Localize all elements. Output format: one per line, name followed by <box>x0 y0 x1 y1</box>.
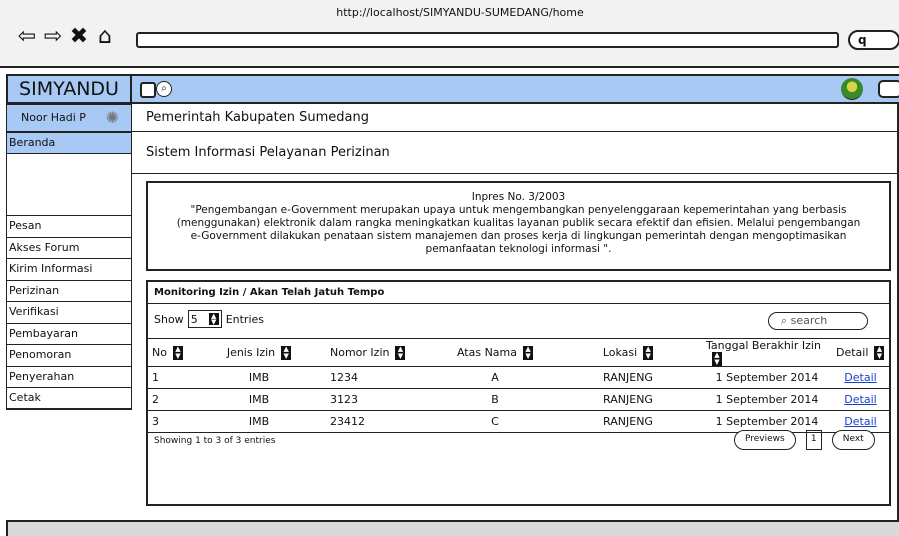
table-row: 1 IMB 1234 A RANJENG 1 September 2014 De… <box>148 366 889 389</box>
pagination: Previews 1 Next <box>734 430 875 450</box>
sidebar-item-pembayaran[interactable]: Pembayaran <box>6 322 132 344</box>
app-header: ⌕ <box>132 74 899 104</box>
col-tanggal[interactable]: Tanggal Berakhir Izin▲ ▼ <box>702 338 832 367</box>
monitoring-panel: Monitoring Izin / Akan Telah Jatuh Tempo… <box>146 280 891 506</box>
cell-nama: A <box>436 366 554 389</box>
entries-info: Showing 1 to 3 of 3 entries <box>154 436 276 446</box>
col-detail[interactable]: Detail ▲ ▼ <box>832 338 889 367</box>
cell-lokasi: RANJENG <box>554 366 702 389</box>
quote-title: Inpres No. 3/2003 <box>471 191 566 203</box>
cell-jenis: IMB <box>192 366 326 389</box>
cell-nama: B <box>436 388 554 411</box>
sidebar-item-verifikasi[interactable]: Verifikasi <box>6 301 132 323</box>
show-entries: Show 5 ▲ ▼ Entries <box>154 310 264 328</box>
sort-icon[interactable]: ▲ ▼ <box>643 345 654 360</box>
col-jenis-izin[interactable]: Jenis Izin ▲ ▼ <box>192 338 326 367</box>
sidebar-item-beranda[interactable]: Beranda <box>6 132 132 154</box>
menu-toggle-icon[interactable] <box>140 82 156 98</box>
cell-nama: C <box>436 410 554 433</box>
sort-icon[interactable]: ▲ ▼ <box>712 352 722 366</box>
user-name: Noor Hadi P <box>21 111 86 124</box>
sidebar-item-pesan[interactable]: Pesan <box>6 215 132 237</box>
sumedang-logo-icon <box>841 78 863 100</box>
cell-no: 3 <box>148 410 192 433</box>
cell-nomor: 23412 <box>326 410 436 433</box>
sort-icon[interactable]: ▲ ▼ <box>395 345 406 360</box>
sidebar-item-cetak[interactable]: Cetak <box>6 387 132 409</box>
cell-jenis: IMB <box>192 388 326 411</box>
col-lokasi[interactable]: Lokasi ▲ ▼ <box>554 338 702 367</box>
entries-label: Entries <box>225 312 264 326</box>
url-text: http://localhost/SIMYANDU-SUMEDANG/home <box>336 6 584 19</box>
home-icon[interactable]: ⌂ <box>94 26 116 48</box>
sort-icon[interactable]: ▲ ▼ <box>523 345 534 360</box>
sidebar-item-penyerahan[interactable]: Penyerahan <box>6 365 132 387</box>
detail-link[interactable]: Detail <box>844 415 876 428</box>
cell-tanggal: 1 September 2014 <box>702 366 832 389</box>
header-right-button[interactable] <box>878 80 899 98</box>
cell-no: 1 <box>148 366 192 389</box>
detail-link[interactable]: Detail <box>844 371 876 384</box>
entries-select[interactable]: 5 ▲ ▼ <box>187 310 222 328</box>
cell-no: 2 <box>148 388 192 411</box>
cell-nomor: 3123 <box>326 388 436 411</box>
table-header-row: No ▲ ▼ Jenis Izin ▲ ▼ Nomor Izin ▲ ▼ Atas Nama… <box>148 338 889 367</box>
spinner-arrows-icon: ▲ ▼ <box>208 313 219 326</box>
table-search-input[interactable]: ⌕ search <box>768 312 868 330</box>
sidebar-item-penomoran[interactable]: Penomoran <box>6 344 132 366</box>
browser-search-button[interactable]: q <box>848 30 899 50</box>
app-brand: SIMYANDU <box>6 74 132 104</box>
search-placeholder: search <box>790 314 828 327</box>
page-subtitle: Sistem Informasi Pelayanan Perizinan <box>132 132 899 174</box>
cell-tanggal: 1 September 2014 <box>702 388 832 411</box>
address-bar[interactable] <box>136 32 839 48</box>
user-panel[interactable]: Noor Hadi P ✺ <box>6 104 132 132</box>
table-row: 2 IMB 3123 B RANJENG 1 September 2014 De… <box>148 388 889 411</box>
col-nomor-izin[interactable]: Nomor Izin ▲ ▼ <box>326 338 436 367</box>
izin-table: No ▲ ▼ Jenis Izin ▲ ▼ Nomor Izin ▲ ▼ Atas Nama… <box>148 338 889 433</box>
sort-icon[interactable]: ▲ ▼ <box>281 345 292 360</box>
cell-nomor: 1234 <box>326 366 436 389</box>
sort-icon[interactable]: ▲ ▼ <box>874 345 885 360</box>
col-atas-nama[interactable]: Atas Nama ▲ ▼ <box>436 338 554 367</box>
entries-value: 5 <box>190 312 198 326</box>
previous-button[interactable]: Previews <box>734 430 796 450</box>
page-title: Pemerintah Kabupaten Sumedang <box>132 104 899 132</box>
main-content: Pemerintah Kabupaten Sumedang Sistem Inf… <box>132 104 899 520</box>
page-number-button[interactable]: 1 <box>805 430 822 450</box>
cell-jenis: IMB <box>192 410 326 433</box>
cell-lokasi: RANJENG <box>554 388 702 411</box>
inpres-quote: Inpres No. 3/2003 "Pengembangan e-Govern… <box>146 181 891 271</box>
sort-icon[interactable]: ▲ ▼ <box>172 345 183 360</box>
settings-spinner-icon: ✺ <box>105 108 119 127</box>
back-arrow-icon[interactable]: ⇦ <box>16 26 38 48</box>
detail-link[interactable]: Detail <box>844 393 876 406</box>
sidebar-item-kirim-informasi[interactable]: Kirim Informasi <box>6 258 132 280</box>
cell-lokasi: RANJENG <box>554 410 702 433</box>
sidebar-menu-list: Pesan Akses Forum Kirim Informasi Perizi… <box>6 215 132 409</box>
show-label: Show <box>154 312 184 326</box>
browser-nav: ⇦ ⇨ ✖ ⌂ <box>16 26 116 48</box>
col-no[interactable]: No ▲ ▼ <box>148 338 192 367</box>
panel-title: Monitoring Izin / Akan Telah Jatuh Tempo <box>148 282 889 304</box>
close-icon[interactable]: ✖ <box>68 26 90 48</box>
search-icon[interactable]: ⌕ <box>156 81 172 97</box>
quote-text: "Pengembangan e-Government merupakan upa… <box>176 204 861 255</box>
browser-chrome: http://localhost/SIMYANDU-SUMEDANG/home … <box>0 0 899 68</box>
sidebar-item-akses-forum[interactable]: Akses Forum <box>6 236 132 258</box>
sidebar-item-perizinan[interactable]: Perizinan <box>6 279 132 301</box>
forward-arrow-icon[interactable]: ⇨ <box>42 26 64 48</box>
next-button[interactable]: Next <box>831 430 875 450</box>
status-bar <box>6 520 899 536</box>
